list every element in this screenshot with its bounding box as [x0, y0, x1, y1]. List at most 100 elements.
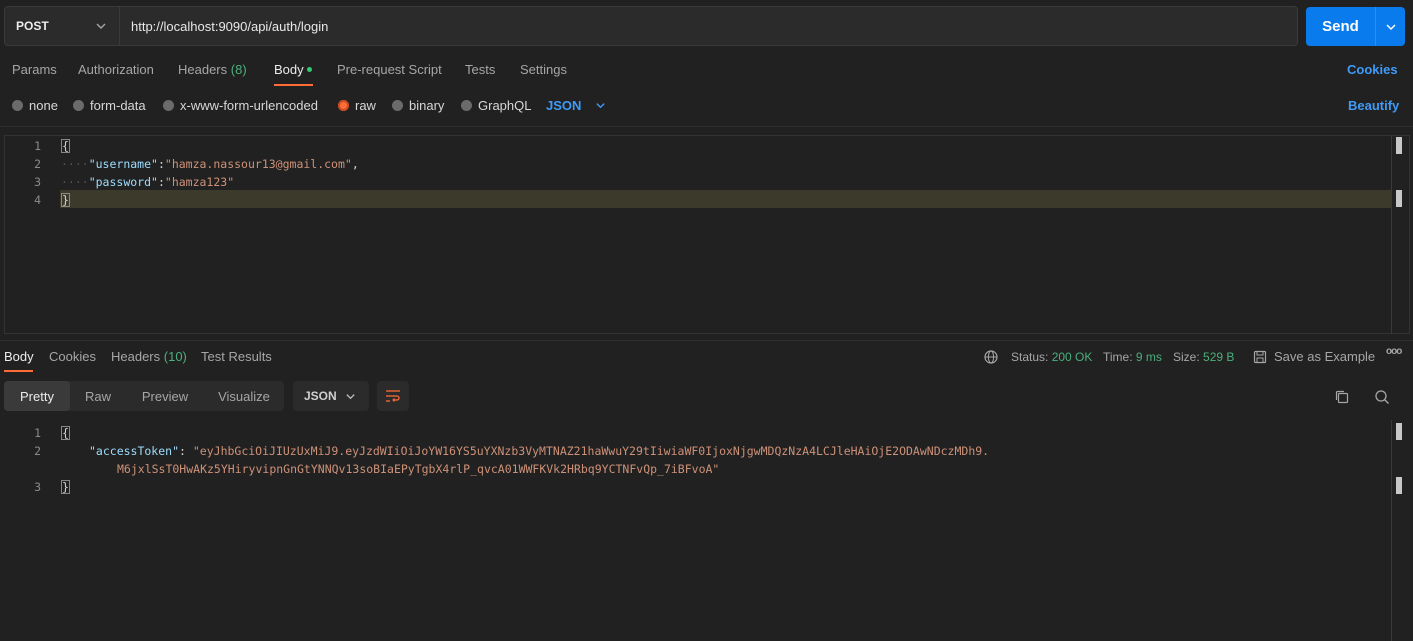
json-string: "hamza123" [164, 175, 235, 189]
globe-icon[interactable] [984, 350, 998, 364]
view-preview[interactable]: Preview [128, 381, 202, 411]
json-close-brace: } [61, 193, 70, 207]
response-scroll-marker[interactable] [1396, 477, 1402, 494]
tab-headers-label: Headers [178, 62, 228, 77]
json-open-brace: { [61, 139, 70, 153]
beautify-link[interactable]: Beautify [1348, 98, 1399, 113]
method-label: POST [16, 19, 49, 33]
radio-raw[interactable] [338, 100, 349, 111]
save-as-example-button[interactable]: Save as Example [1253, 349, 1375, 364]
body-type-urlencoded-label: x-www-form-urlencoded [180, 98, 318, 113]
view-pretty[interactable]: Pretty [4, 381, 70, 411]
line-number: 3 [34, 480, 41, 494]
body-type-urlencoded[interactable]: x-www-form-urlencoded [163, 98, 318, 113]
response-tab-headers[interactable]: Headers (10) [111, 349, 187, 364]
json-close-brace: } [61, 480, 70, 494]
tab-tests[interactable]: Tests [465, 62, 495, 77]
response-tab-headers-count: (10) [163, 349, 187, 364]
body-type-binary-label: binary [409, 98, 445, 113]
radio-none[interactable] [12, 100, 23, 111]
method-select[interactable]: POST [4, 6, 120, 46]
json-string-continuation: M6jxlSsT0HwAKz5YHiryvipnGnGtYNNQv13soBIa… [117, 462, 720, 476]
json-key: "username" [88, 157, 158, 171]
response-size[interactable]: Size: 529 B [1173, 350, 1234, 364]
json-open-brace: { [61, 426, 70, 440]
json-string: "eyJhbGciOiJIUzUxMiJ9.eyJzdWIiOiJoYW16YS… [192, 444, 990, 458]
chevron-down-icon [1385, 23, 1396, 30]
editor-scroll-marker[interactable] [1396, 190, 1402, 207]
url-text: http://localhost:9090/api/auth/login [131, 18, 329, 34]
radio-graphql[interactable] [461, 100, 472, 111]
active-tab-underline [274, 84, 313, 86]
send-options-button[interactable] [1375, 7, 1405, 46]
response-scrollbar-track[interactable] [1391, 420, 1392, 641]
response-format-select[interactable]: JSON [293, 381, 369, 411]
chevron-down-icon [96, 23, 106, 29]
body-type-raw-label: raw [355, 98, 376, 113]
response-tab-cookies[interactable]: Cookies [49, 349, 96, 364]
radio-urlencoded[interactable] [163, 100, 174, 111]
editor-scrollbar-track[interactable] [1391, 136, 1392, 334]
url-input[interactable]: http://localhost:9090/api/auth/login [120, 6, 1298, 46]
response-tab-body[interactable]: Body [4, 349, 34, 364]
body-indicator-dot [306, 67, 312, 73]
search-icon[interactable] [1374, 389, 1390, 405]
response-status[interactable]: Status: 200 OK [1011, 350, 1092, 364]
body-type-binary[interactable]: binary [392, 98, 444, 113]
more-options-icon[interactable]: ooo [1386, 346, 1402, 357]
body-format-select[interactable]: JSON [546, 98, 606, 113]
line-number: 3 [34, 175, 41, 189]
active-tab-underline [4, 370, 33, 372]
wrap-lines-icon [386, 390, 400, 402]
save-as-example-label: Save as Example [1274, 349, 1376, 364]
wrap-lines-button[interactable] [377, 381, 409, 411]
tab-authorization[interactable]: Authorization [78, 62, 154, 77]
code-line-password: ····"password":"hamza123" [61, 175, 235, 189]
divider [0, 340, 1413, 341]
body-type-raw[interactable]: raw [338, 98, 376, 113]
body-type-form-data-label: form-data [90, 98, 146, 113]
response-tab-headers-label: Headers [111, 349, 161, 364]
time-label: Time: [1103, 350, 1133, 364]
tab-params[interactable]: Params [12, 62, 57, 77]
editor-scroll-marker[interactable] [1396, 137, 1402, 154]
save-icon [1253, 350, 1267, 363]
body-type-none-label: none [29, 98, 58, 113]
status-value: 200 OK [1051, 350, 1093, 364]
cookies-link[interactable]: Cookies [1347, 62, 1398, 77]
line-number: 4 [34, 193, 41, 207]
status-label: Status: [1011, 350, 1049, 364]
line-number: 2 [34, 157, 41, 171]
copy-icon[interactable] [1334, 389, 1350, 405]
radio-form-data[interactable] [73, 100, 84, 111]
response-tab-test-results[interactable]: Test Results [201, 349, 272, 364]
body-format-label: JSON [546, 98, 582, 113]
size-label: Size: [1173, 350, 1200, 364]
code-line-username: ····"username":"hamza.nassour13@gmail.co… [61, 157, 359, 171]
line-number: 1 [34, 426, 41, 440]
send-button[interactable]: Send [1306, 7, 1375, 46]
chevron-down-icon [596, 103, 606, 109]
body-type-none[interactable]: none [12, 98, 58, 113]
tab-body-label: Body [274, 62, 304, 77]
json-key: "accessToken" [89, 444, 180, 458]
response-time[interactable]: Time: 9 ms [1103, 350, 1162, 364]
tab-headers-count: (8) [230, 62, 247, 77]
view-raw[interactable]: Raw [72, 381, 124, 411]
divider [0, 126, 1413, 127]
tab-body[interactable]: Body [274, 62, 312, 77]
body-type-graphql-label: GraphQL [478, 98, 532, 113]
json-key: "password" [88, 175, 158, 189]
line-number: 1 [34, 139, 41, 153]
radio-binary[interactable] [392, 100, 403, 111]
body-type-form-data[interactable]: form-data [73, 98, 146, 113]
time-value: 9 ms [1135, 350, 1162, 364]
current-line-highlight [60, 190, 1391, 208]
body-type-graphql[interactable]: GraphQL [461, 98, 531, 113]
tab-prerequest-script[interactable]: Pre-request Script [337, 62, 442, 77]
view-visualize[interactable]: Visualize [206, 381, 282, 411]
tab-settings[interactable]: Settings [520, 62, 567, 77]
response-scroll-marker[interactable] [1396, 423, 1402, 440]
code-line-access-token: "accessToken": "eyJhbGciOiJIUzUxMiJ9.eyJ… [89, 444, 990, 458]
tab-headers[interactable]: Headers (8) [178, 62, 247, 77]
